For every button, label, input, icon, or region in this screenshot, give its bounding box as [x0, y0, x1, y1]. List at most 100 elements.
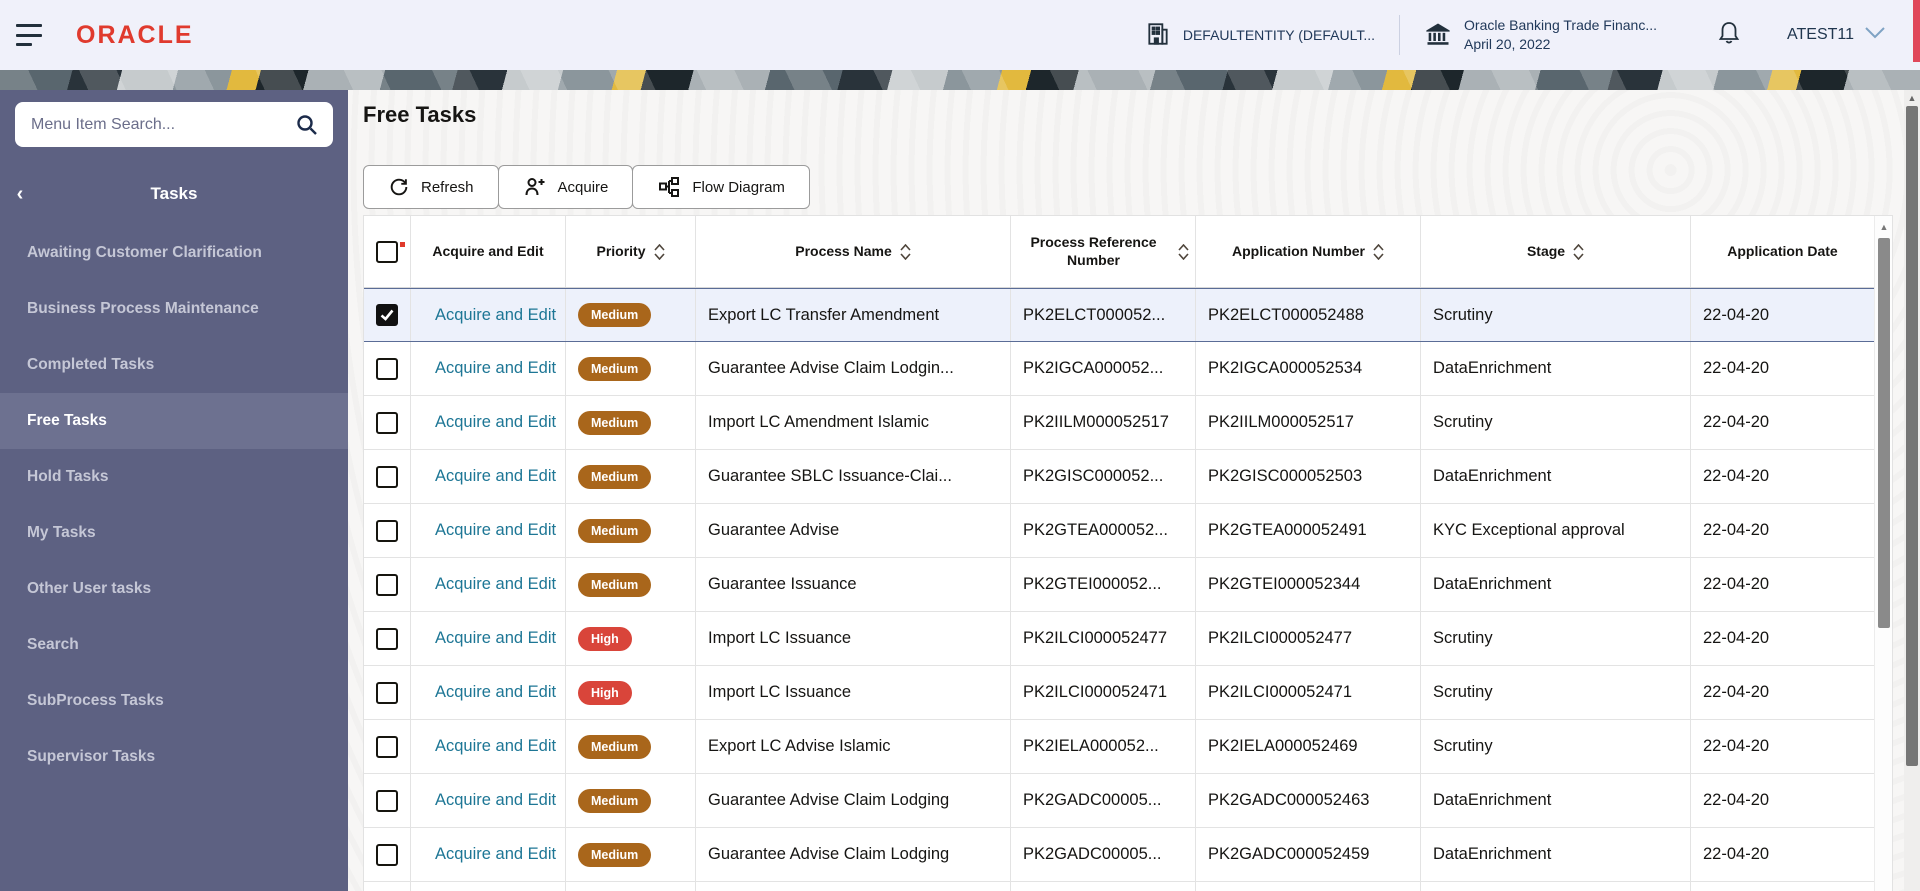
acquire-and-edit-link[interactable]: Acquire and Edit [435, 791, 556, 810]
search-icon[interactable] [295, 113, 319, 142]
cell-application-date: 22-04-20 [1691, 774, 1874, 827]
cell-action: Acquire and Edit [411, 720, 566, 773]
acquire-and-edit-link[interactable]: Acquire and Edit [435, 683, 556, 702]
cell-stage: DataEnrichment [1421, 450, 1691, 503]
acquire-and-edit-link[interactable]: Acquire and Edit [435, 359, 556, 378]
cell-application-date: 22-04-20 [1691, 720, 1874, 773]
cell-action: Acquire and Edit [411, 666, 566, 719]
sort-icon[interactable] [1573, 244, 1584, 260]
sidebar-item-subprocess-tasks[interactable]: SubProcess Tasks [0, 673, 348, 729]
column-header-process-reference-number[interactable]: Process Reference Number [1011, 216, 1196, 287]
sort-icon[interactable] [1373, 244, 1384, 260]
cell-process-reference-number: PK2GTEA000052... [1011, 504, 1196, 557]
oracle-logo: ORACLE [76, 21, 194, 50]
row-checkbox[interactable] [376, 520, 398, 542]
sidebar-item-my-tasks[interactable]: My Tasks [0, 505, 348, 561]
select-all-checkbox[interactable] [376, 241, 398, 263]
sidebar-item-business-process-maintenance[interactable]: Business Process Maintenance [0, 281, 348, 337]
menu-search-input[interactable] [15, 102, 333, 147]
column-label: Acquire and Edit [432, 243, 543, 261]
sort-icon[interactable] [1178, 244, 1189, 260]
cell-stage: DataEnrichment [1421, 342, 1691, 395]
sidebar-item-completed-tasks[interactable]: Completed Tasks [0, 337, 348, 393]
cell-stage: Scrutiny [1421, 612, 1691, 665]
acquire-and-edit-link[interactable]: Acquire and Edit [435, 737, 556, 756]
cell-process-reference-number: PK2ILCI000052471 [1011, 666, 1196, 719]
branch-selector[interactable]: Oracle Banking Trade Financ... April 20,… [1424, 16, 1657, 54]
row-checkbox[interactable] [376, 358, 398, 380]
chevron-down-icon [1864, 26, 1886, 45]
flow-diagram-button[interactable]: Flow Diagram [632, 165, 810, 209]
top-right-accent [1913, 0, 1920, 62]
table-row-partial [364, 882, 1874, 891]
priority-badge: Medium [578, 303, 651, 327]
priority-badge: High [578, 627, 632, 651]
page-scroll-up-arrow-icon[interactable]: ▲ [1904, 93, 1920, 103]
cell-process-name: Import LC Issuance [696, 612, 1011, 665]
building-icon [1145, 21, 1171, 50]
cell-process-name: Guarantee Issuance [696, 558, 1011, 611]
page-scrollbar[interactable]: ▲ [1904, 90, 1920, 891]
refresh-button[interactable]: Refresh [363, 165, 499, 209]
row-checkbox[interactable] [376, 790, 398, 812]
sort-icon[interactable] [900, 244, 911, 260]
column-header-stage[interactable]: Stage [1421, 216, 1691, 287]
acquire-and-edit-link[interactable]: Acquire and Edit [435, 306, 556, 325]
cell-application-number: PK2GTEA000052491 [1196, 504, 1421, 557]
acquire-and-edit-link[interactable]: Acquire and Edit [435, 575, 556, 594]
table-row: Acquire and EditMediumGuarantee Issuance… [364, 558, 1874, 612]
acquire-and-edit-link[interactable]: Acquire and Edit [435, 413, 556, 432]
sidebar-item-free-tasks[interactable]: Free Tasks [0, 393, 348, 449]
column-label: Priority [596, 243, 645, 261]
row-checkbox[interactable] [376, 736, 398, 758]
scroll-up-arrow-icon[interactable]: ▲ [1875, 222, 1893, 232]
cell-priority: Medium [566, 774, 696, 827]
sidebar-item-hold-tasks[interactable]: Hold Tasks [0, 449, 348, 505]
cell-process-name: Import LC Issuance [696, 666, 1011, 719]
row-checkbox[interactable] [376, 412, 398, 434]
sidebar-item-search[interactable]: Search [0, 617, 348, 673]
column-header-priority[interactable]: Priority [566, 216, 696, 287]
acquire-and-edit-link[interactable]: Acquire and Edit [435, 521, 556, 540]
table-scrollbar-thumb[interactable] [1878, 238, 1890, 628]
table-scrollbar[interactable]: ▲ [1874, 216, 1892, 891]
notification-bell-icon[interactable] [1717, 20, 1741, 51]
acquire-button[interactable]: Acquire [498, 165, 634, 209]
sort-icon[interactable] [654, 244, 665, 260]
page-title: Free Tasks [363, 102, 476, 128]
acquire-and-edit-link[interactable]: Acquire and Edit [435, 467, 556, 486]
sidebar-item-other-user-tasks[interactable]: Other User tasks [0, 561, 348, 617]
page-scrollbar-thumb[interactable] [1906, 106, 1918, 766]
entity-selector[interactable]: DEFAULTENTITY (DEFAULT... [1145, 21, 1375, 50]
row-checkbox-checked[interactable] [376, 304, 398, 326]
column-header-application-number[interactable]: Application Number [1196, 216, 1421, 287]
table-row: Acquire and Edit High Import LC IssuancePK… [364, 666, 1874, 720]
cell-application-number: PK2ELCT000052488 [1196, 289, 1421, 341]
cell-action: Acquire and Edit [411, 342, 566, 395]
cell-process-reference-number: PK2ILCI000052477 [1011, 612, 1196, 665]
row-checkbox[interactable] [376, 574, 398, 596]
row-checkbox[interactable] [376, 628, 398, 650]
row-checkbox[interactable] [376, 466, 398, 488]
hamburger-menu-icon[interactable] [16, 24, 46, 46]
table-row: Acquire and EditMediumExport LC Transfer… [364, 288, 1874, 342]
chevron-left-icon[interactable]: ‹ [0, 183, 40, 206]
table-row: Acquire and EditMediumImport LC Amendmen… [364, 396, 1874, 450]
user-name: ATEST11 [1787, 26, 1854, 44]
user-menu[interactable]: ATEST11 [1787, 26, 1886, 45]
cell-application-date: 22-04-20 [1691, 612, 1874, 665]
row-checkbox[interactable] [376, 682, 398, 704]
row-checkbox[interactable] [376, 844, 398, 866]
priority-badge: High [578, 681, 632, 705]
cell-action: Acquire and Edit [411, 828, 566, 881]
column-header-process-name[interactable]: Process Name [696, 216, 1011, 287]
cell-select [364, 504, 411, 557]
cell-priority: Medium [566, 828, 696, 881]
sidebar-item-awaiting-customer-clarification[interactable]: Awaiting Customer Clarification [0, 225, 348, 281]
cell-stage: DataEnrichment [1421, 828, 1691, 881]
cell-application-date: 22-04-20 [1691, 828, 1874, 881]
cell-stage: Scrutiny [1421, 396, 1691, 449]
acquire-and-edit-link[interactable]: Acquire and Edit [435, 845, 556, 864]
sidebar-item-supervisor-tasks[interactable]: Supervisor Tasks [0, 729, 348, 785]
acquire-and-edit-link[interactable]: Acquire and Edit [435, 629, 556, 648]
